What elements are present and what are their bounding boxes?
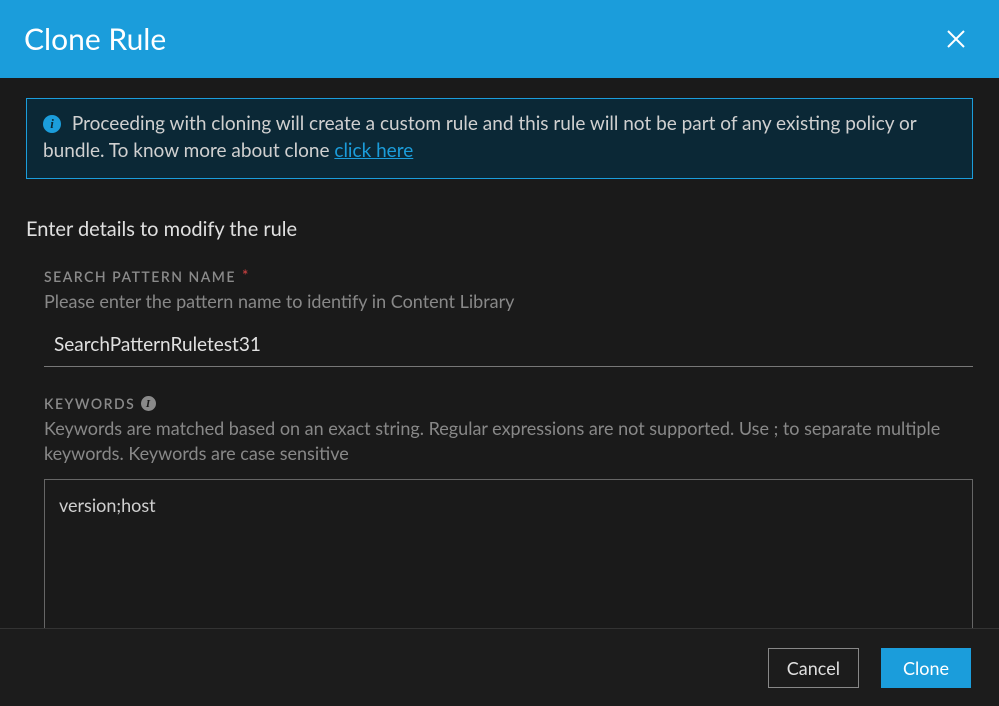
dialog-content: i Proceeding with cloning will create a … [0, 78, 999, 628]
keywords-input[interactable] [44, 479, 973, 628]
info-banner: i Proceeding with cloning will create a … [26, 98, 973, 179]
search-pattern-help: Please enter the pattern name to identif… [44, 289, 973, 313]
keywords-label: KEYWORDS i [44, 395, 973, 412]
search-pattern-input[interactable] [44, 327, 973, 367]
section-prompt: Enter details to modify the rule [26, 217, 973, 241]
close-button[interactable] [941, 24, 971, 54]
keywords-label-text: KEYWORDS [44, 395, 135, 412]
cancel-button[interactable]: Cancel [768, 648, 859, 688]
info-banner-link[interactable]: click here [334, 139, 413, 162]
search-pattern-field-group: SEARCH PATTERN NAME * Please enter the p… [26, 267, 973, 367]
help-icon[interactable]: i [141, 396, 156, 411]
clone-button[interactable]: Clone [881, 648, 971, 688]
clone-rule-dialog: Clone Rule i Proceeding with cloning wil… [0, 0, 999, 706]
close-icon [947, 30, 965, 48]
dialog-title: Clone Rule [24, 21, 166, 57]
dialog-header: Clone Rule [0, 0, 999, 78]
info-banner-text: Proceeding with cloning will create a cu… [43, 112, 916, 162]
required-asterisk: * [242, 267, 250, 285]
dialog-footer: Cancel Clone [0, 628, 999, 706]
search-pattern-label-text: SEARCH PATTERN NAME [44, 268, 236, 285]
info-icon: i [43, 115, 61, 133]
keywords-field-group: KEYWORDS i Keywords are matched based on… [26, 395, 973, 628]
keywords-help: Keywords are matched based on an exact s… [44, 416, 973, 465]
search-pattern-label: SEARCH PATTERN NAME * [44, 267, 973, 285]
